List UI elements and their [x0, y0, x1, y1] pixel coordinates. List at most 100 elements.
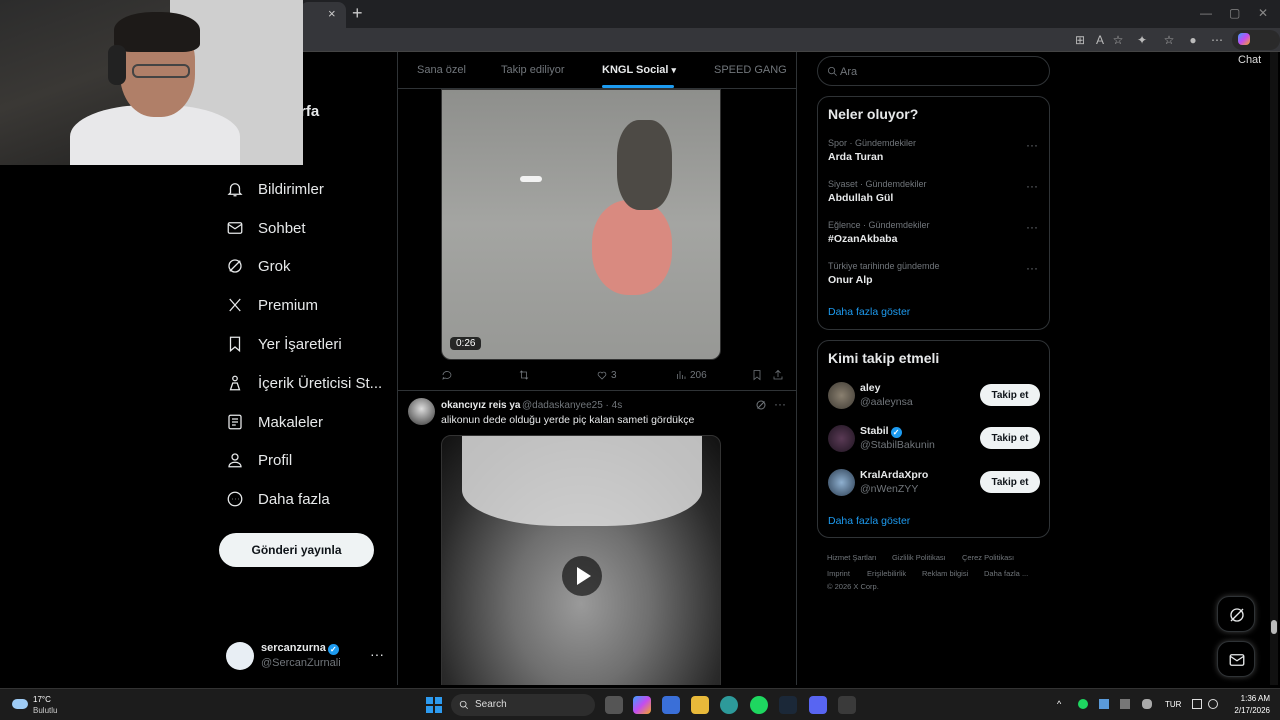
account-more-icon[interactable]: ···	[370, 646, 384, 662]
bookmark-post-button[interactable]	[751, 369, 766, 381]
post-more-icon[interactable]: ···	[774, 397, 786, 411]
file-explorer-icon[interactable]	[691, 696, 709, 714]
trend-more-icon[interactable]: ···	[1026, 261, 1038, 275]
footer-link[interactable]: Hizmet Şartları	[827, 553, 877, 562]
minimize-icon[interactable]: —	[1200, 6, 1212, 20]
nav-item-premium[interactable]: Premium	[226, 290, 318, 320]
chevron-up-icon[interactable]: ^	[1057, 699, 1067, 709]
nav-item-profile[interactable]: Profil	[226, 445, 292, 475]
who-to-follow-show-more-link[interactable]: Daha fazla göster	[828, 515, 910, 527]
extensions-icon[interactable]: ✦	[1135, 33, 1149, 47]
obs-icon[interactable]	[838, 696, 856, 714]
close-window-icon[interactable]: ✕	[1258, 6, 1268, 20]
keyboard-language[interactable]: TUR	[1165, 700, 1181, 709]
views-button[interactable]: 206	[675, 369, 707, 381]
suggested-user-name[interactable]: aley	[860, 382, 880, 394]
follow-button[interactable]: Takip et	[980, 384, 1040, 406]
share-button[interactable]	[772, 369, 787, 381]
trend-name[interactable]: #OzanAkbaba	[828, 233, 897, 245]
store-icon[interactable]	[662, 696, 680, 714]
task-view-icon[interactable]	[605, 696, 623, 714]
tray-network-icon[interactable]	[1120, 699, 1130, 709]
post-video[interactable]: 0:26	[441, 89, 721, 360]
reply-button[interactable]	[441, 369, 456, 381]
trend-name[interactable]: Onur Alp	[828, 274, 873, 286]
copilot-chat-button[interactable]: Chat	[1232, 30, 1280, 66]
tab-speed-gang[interactable]: SPEED GANG	[714, 64, 787, 76]
close-tab-icon[interactable]: ×	[328, 6, 336, 21]
nav-item-bookmarks[interactable]: Yer İşaretleri	[226, 329, 342, 359]
follow-button[interactable]: Takip et	[980, 427, 1040, 449]
profile-avatar-icon[interactable]: ●	[1186, 33, 1200, 47]
nav-item-grok[interactable]: Grok	[226, 251, 291, 281]
tab-for-you[interactable]: Sana özel	[417, 64, 466, 76]
steam-icon[interactable]	[779, 696, 797, 714]
nav-item-creator-studio[interactable]: İçerik Üreticisi St...	[226, 368, 382, 398]
weather-temperature[interactable]: 17°C	[33, 695, 51, 704]
avatar[interactable]	[828, 425, 855, 452]
trend-more-icon[interactable]: ···	[1026, 179, 1038, 193]
post-button[interactable]: Gönderi yayınla	[219, 533, 374, 567]
trend-name[interactable]: Arda Turan	[828, 151, 883, 163]
grok-floating-button[interactable]	[1217, 596, 1255, 632]
copilot-icon[interactable]	[633, 696, 651, 714]
trend-more-icon[interactable]: ···	[1026, 220, 1038, 234]
avatar[interactable]	[828, 382, 855, 409]
trends-show-more-link[interactable]: Daha fazla göster	[828, 306, 910, 318]
read-aloud-icon[interactable]: A	[1093, 33, 1107, 47]
post-author[interactable]: okancıyız reis ya	[441, 400, 521, 411]
suggested-user-name[interactable]: Stabil ✓	[860, 425, 902, 438]
tray-app-icon[interactable]	[1078, 699, 1088, 709]
cloud-icon[interactable]	[12, 699, 28, 709]
spotify-icon[interactable]	[750, 696, 768, 714]
avatar[interactable]	[828, 469, 855, 496]
display-icon[interactable]	[1192, 699, 1202, 709]
edge-icon[interactable]	[720, 696, 738, 714]
like-button[interactable]: 3	[596, 369, 617, 381]
grok-icon[interactable]	[755, 399, 767, 411]
tab-following[interactable]: Takip ediliyor	[501, 64, 565, 76]
windows-start-icon[interactable]	[426, 697, 442, 713]
clock-date[interactable]: 2/17/2026	[1226, 706, 1270, 715]
search-box[interactable]	[817, 56, 1050, 86]
scrollbar[interactable]	[1270, 52, 1278, 685]
scrollbar-thumb[interactable]	[1271, 620, 1277, 634]
tab-kngl-social[interactable]: KNGL Social ▾	[602, 64, 676, 76]
settings-more-icon[interactable]: ⋯	[1210, 33, 1224, 47]
trend-name[interactable]: Abdullah Gül	[828, 192, 893, 204]
nav-item-notifications[interactable]: Bildirimler	[226, 174, 324, 204]
favorites-icon[interactable]: ☆	[1162, 33, 1176, 47]
account-switcher[interactable]: sercanzurna ✓ @SercanZurnali ···	[226, 640, 386, 676]
taskbar-search[interactable]: Search	[451, 694, 595, 716]
repost-button[interactable]	[518, 369, 533, 381]
footer-link[interactable]: Gizlilik Politikası	[892, 553, 946, 562]
footer-link[interactable]: Erişilebilirlik	[867, 569, 906, 578]
messages-floating-button[interactable]	[1217, 641, 1255, 677]
play-icon[interactable]	[562, 556, 602, 596]
nav-item-chat[interactable]: Sohbet	[226, 213, 306, 243]
feed-tabs: Sana özel Takip ediliyor KNGL Social ▾ S…	[398, 52, 796, 89]
follow-button[interactable]: Takip et	[980, 471, 1040, 493]
footer-link[interactable]: Imprint	[827, 569, 850, 578]
search-input[interactable]	[840, 63, 1040, 81]
maximize-icon[interactable]: ▢	[1229, 6, 1240, 20]
nav-item-articles[interactable]: Makaleler	[226, 407, 323, 437]
favorite-star-icon[interactable]: ☆	[1111, 33, 1125, 47]
avatar[interactable]	[408, 398, 435, 425]
discord-icon[interactable]	[809, 696, 827, 714]
apps-icon[interactable]: ⊞	[1073, 33, 1087, 47]
new-tab-button[interactable]: +	[352, 3, 363, 24]
nav-item-more[interactable]: Daha fazla	[226, 484, 330, 514]
creator-studio-icon	[229, 375, 241, 391]
tray-steam-icon[interactable]	[1099, 699, 1109, 709]
microphone-icon[interactable]	[1142, 699, 1152, 709]
volume-icon[interactable]	[1208, 699, 1218, 709]
suggested-user-name[interactable]: KralArdaXpro	[860, 469, 928, 481]
clock-time[interactable]: 1:36 AM	[1234, 694, 1270, 703]
trend-more-icon[interactable]: ···	[1026, 138, 1038, 152]
footer-link[interactable]: Daha fazla ...	[984, 569, 1028, 578]
footer-link[interactable]: Çerez Politikası	[962, 553, 1014, 562]
post-video[interactable]	[441, 435, 721, 685]
footer-link[interactable]: Reklam bilgisi	[922, 569, 968, 578]
browser-tab[interactable]	[300, 2, 346, 28]
